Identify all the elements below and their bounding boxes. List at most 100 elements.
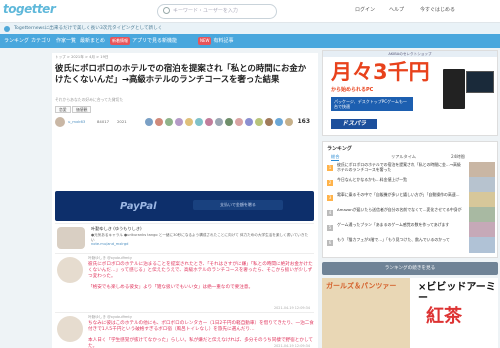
- article-subtitle: それからあなたの好みに合ってた貸切た: [55, 97, 124, 102]
- fav-user-avatar[interactable]: [205, 118, 213, 126]
- nav-latest[interactable]: 最新まとめ: [80, 37, 105, 45]
- view-count: 84017: [97, 119, 110, 124]
- ranking-item-title: 彼氏にボロボロのホテルでの宿泊を提案され「私との時間に金…→高級ホテルのランチコ…: [337, 162, 461, 172]
- article-main: トップ > 2021年 > 4月 > 19日 彼氏にボロボロのホテルでの宿泊を提…: [52, 53, 318, 348]
- tab-24h[interactable]: 24時間: [451, 154, 465, 160]
- ad-band: パッケージ、デスクトップPCゲームも一台で快適: [331, 97, 413, 111]
- login-link[interactable]: ログイン: [355, 6, 375, 13]
- tweet-author[interactable]: 叶勤ゆしき @xyxbul9mty: [88, 315, 132, 320]
- tweet-item: 叶勤ゆしき @xyxbul9mty ちなみに彼はこのホテルの他にも、ポロボロのレ…: [55, 312, 314, 348]
- tweet-timestamp[interactable]: 2021-04-19 12:09:34: [274, 306, 310, 310]
- paypal-button[interactable]: 支払いで金額を贈る: [193, 200, 283, 210]
- profile-desc-text: ●元気あるキャラル ●urikuranks tango と一緒に30秒になるよう…: [91, 233, 309, 242]
- notice-bar[interactable]: Togetternewsに出来るだけで美しく長い3次元タイピングとして新しく: [0, 23, 500, 34]
- ranking-item-title: もう「猫カフェが3階で…」「もう見つけた、飲んでいるのかって: [337, 237, 450, 242]
- tag-romance[interactable]: 恋愛: [55, 106, 71, 113]
- paypal-logo: PayPal: [120, 201, 157, 212]
- fav-user-avatar[interactable]: [165, 118, 173, 126]
- fav-user-avatar[interactable]: [195, 118, 203, 126]
- tweet-body: 彼氏にボロボロのホテルに泊まることを提案されたとき、「それはさすがに嫌」「私との…: [88, 262, 314, 291]
- rank-number: 1: [327, 165, 333, 171]
- tweet-text: ちなみに彼はこのホテルの他にも、ポロボロのレンタカー（1日2千円の軽自動車）を借…: [88, 321, 314, 332]
- nav-badge-new: NEW: [198, 37, 212, 45]
- pc-ad[interactable]: AKIBAのセレクトショップ 月々3千円 から始められるPC パッケージ、デスク…: [322, 50, 498, 136]
- fav-user-avatar[interactable]: [185, 118, 193, 126]
- togetter-logo[interactable]: togetter: [3, 2, 56, 20]
- tag-values[interactable]: 価値観: [72, 106, 92, 113]
- rank-number: 5: [327, 225, 333, 231]
- paypal-banner: PayPal 支払いで金額を贈る: [55, 191, 314, 221]
- pc-tower-image: [443, 69, 465, 109]
- fav-user-avatar[interactable]: [275, 118, 283, 126]
- ad-subline: から始められるPC: [331, 87, 374, 93]
- tweet-author[interactable]: 叶勤ゆしき @xyxbul9mty: [88, 256, 132, 261]
- dospara-logo: ドスパラ: [331, 119, 377, 129]
- fav-user-avatar[interactable]: [255, 118, 263, 126]
- rank-number: 4: [327, 210, 333, 216]
- tweet-timestamp[interactable]: 2021-04-19 12:09:34: [274, 344, 310, 348]
- ranking-thumbnail: [469, 192, 495, 208]
- ranking-thumbnail: [469, 162, 495, 178]
- nav-app[interactable]: 新着情報 アプリで見る新機能: [110, 37, 177, 45]
- tweet-avatar[interactable]: [57, 316, 83, 342]
- ranking-item[interactable]: 6 もう「猫カフェが3階で…」「もう見つけた、飲んでいるのかって: [327, 237, 495, 255]
- main-nav: ランキング カテゴリ 作家一覧 最新まとめ 新着情報 アプリで見る新機能 NEW 有…: [0, 34, 500, 48]
- ranking-item-title: 電車に乗るその中で「自販機が多いと嬉しい方が」「自動操作の高速…: [337, 192, 460, 197]
- signup-link[interactable]: 今すぐはじめる: [420, 6, 455, 13]
- fav-user-avatar[interactable]: [245, 118, 253, 126]
- nav-category[interactable]: カテゴリ: [31, 37, 51, 45]
- search-icon: [163, 7, 170, 14]
- game-ad[interactable]: ガールズ＆パンツァー ×ビビッドアーミー 紅茶: [322, 278, 498, 348]
- fav-user-avatar[interactable]: [235, 118, 243, 126]
- search-input[interactable]: キーワード・ユーザーを入力: [157, 4, 277, 19]
- rank-number: 2: [327, 180, 333, 186]
- rank-number: 3: [327, 195, 333, 201]
- ranking-heading: ランキング: [327, 146, 352, 152]
- profile-description: ●元気あるキャラル ●urikuranks tango と一緒に30秒になるよう…: [91, 233, 311, 247]
- breadcrumb[interactable]: トップ > 2021年 > 4月 > 19日: [55, 55, 108, 60]
- search-placeholder: キーワード・ユーザーを入力: [173, 8, 238, 14]
- more-ranking-button[interactable]: ランキングの続きを見る: [322, 262, 498, 275]
- ranking-thumbnail: [469, 222, 495, 238]
- nav-ranking[interactable]: ランキング: [4, 37, 29, 45]
- fav-user-avatar[interactable]: [175, 118, 183, 126]
- game-ad-kanji: 紅茶: [426, 306, 462, 327]
- nav-togetter[interactable]: NEW 有料記事: [198, 37, 234, 45]
- tab-realtime[interactable]: リアルタイム: [391, 154, 416, 160]
- nav-badge-new-info: 新着情報: [110, 37, 130, 45]
- creator-name[interactable]: u_mxk63: [68, 119, 85, 124]
- help-link[interactable]: ヘルプ: [389, 6, 404, 13]
- favorite-count[interactable]: 163: [297, 118, 310, 125]
- fav-user-avatar[interactable]: [225, 118, 233, 126]
- tweet-text: 彼氏にボロボロのホテルに泊まることを提案されたとき、「それはさすがに嫌」「私との…: [88, 262, 313, 279]
- fav-user-avatar[interactable]: [215, 118, 223, 126]
- fav-user-avatar[interactable]: [155, 118, 163, 126]
- ranking-panel: ランキング 総合 リアルタイム 24時間 1 彼氏にボロボロのホテルでの宿泊を提…: [322, 141, 498, 258]
- ad-label: AKIBAのセレクトショップ: [323, 51, 497, 57]
- info-icon: [4, 25, 10, 32]
- author-profile: 叶勤ゆしき (ゆうもりしき) ●元気あるキャラル ●urikuranks tan…: [55, 223, 314, 250]
- tweet-highlight: 「格安でも楽しめる彼女」より「雑な扱いでもいい女」は絶一重なので要注意。: [88, 285, 254, 291]
- page-title: 彼氏にボロボロのホテルでの宿泊を提案され「私との時間にお金かけたくないんだ」→高…: [55, 63, 307, 84]
- ad-headline: 月々3千円: [331, 60, 430, 84]
- profile-name[interactable]: 叶勤ゆしき (ゆうもりしき): [91, 226, 142, 232]
- creator-row: u_mxk63 84017 2021 163: [55, 116, 310, 129]
- ranking-thumbnail: [469, 177, 495, 193]
- monitor-image: [466, 71, 494, 93]
- nav-app-label: アプリで見る新機能: [132, 38, 178, 44]
- tweet-item: 叶勤ゆしき @xyxbul9mty 彼氏にボロボロのホテルに泊まることを提案され…: [55, 253, 314, 311]
- ranking-item-title: Amazonが届いたら送信者が自分の名前でなくて…変化させてる中身が: [337, 207, 462, 212]
- ranking-thumbnail: [469, 237, 495, 253]
- fav-user-avatar[interactable]: [145, 118, 153, 126]
- profile-avatar[interactable]: [57, 227, 85, 249]
- profile-link[interactable]: note.mu/and_mxlrgd: [91, 242, 128, 246]
- fav-user-avatar[interactable]: [265, 118, 273, 126]
- fav-user-avatar[interactable]: [285, 118, 293, 126]
- tweet-avatar[interactable]: [57, 257, 83, 283]
- nav-paid-label: 有料記事: [213, 38, 234, 44]
- game-ad-left-title: ガールズ＆パンツァー: [326, 282, 397, 290]
- nav-authors[interactable]: 作家一覧: [56, 37, 76, 45]
- post-date: 2021: [117, 119, 127, 124]
- tab-overall[interactable]: 総合: [331, 154, 340, 161]
- creator-avatar[interactable]: [55, 117, 65, 127]
